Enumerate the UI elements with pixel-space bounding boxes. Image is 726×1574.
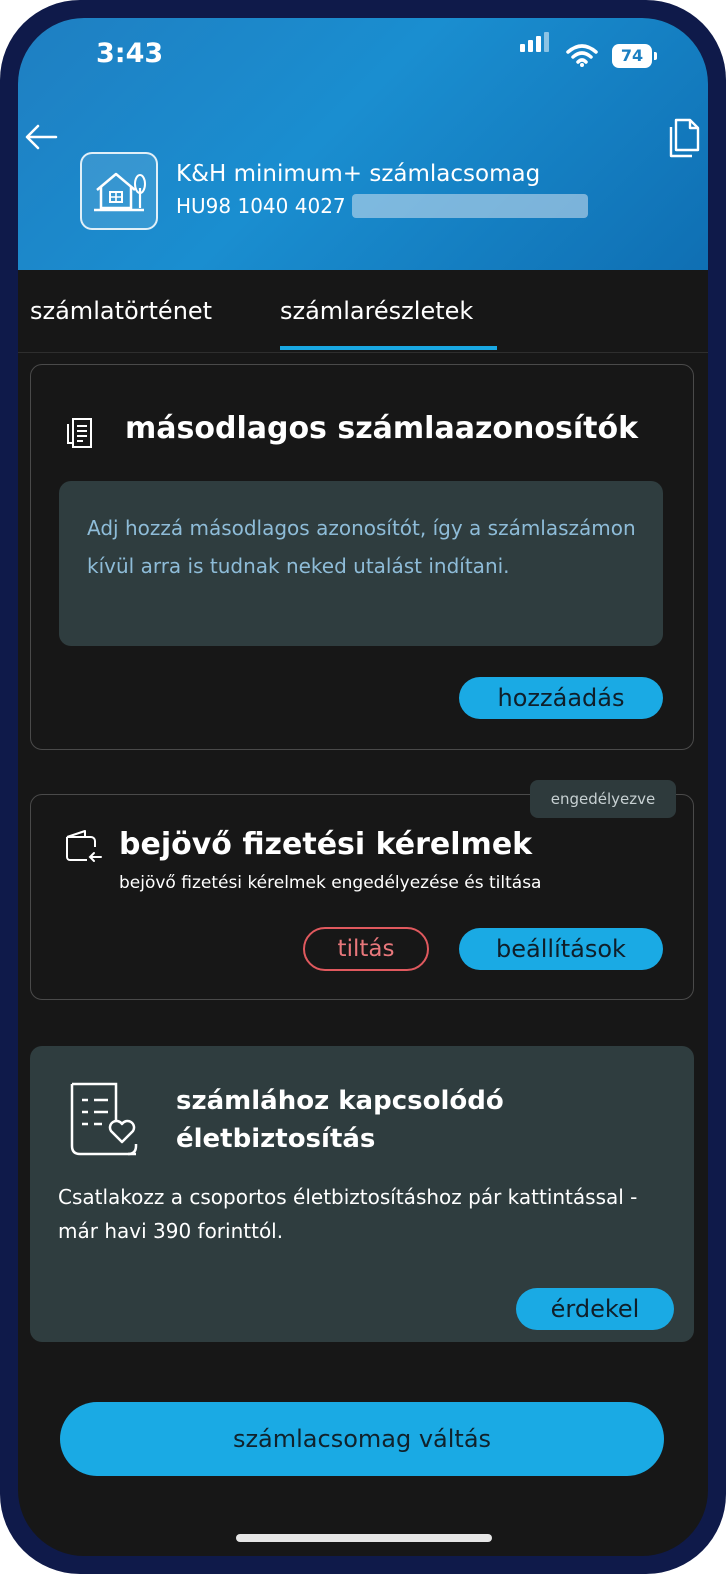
active-tab-indicator <box>280 346 497 350</box>
settings-button[interactable]: beállítások <box>459 928 663 970</box>
life-insurance-card: számlához kapcsolódó életbiztosítás Csat… <box>30 1046 694 1342</box>
life-insurance-title: számlához kapcsolódó életbiztosítás <box>176 1082 504 1158</box>
heart-document-icon <box>70 1082 138 1156</box>
change-package-button[interactable]: számlacsomag váltás <box>60 1402 664 1476</box>
life-insurance-title-line1: számlához kapcsolódó <box>176 1086 504 1116</box>
wifi-icon <box>566 44 598 67</box>
payment-requests-card: bejövő fizetési kérelmek bejövő fizetési… <box>30 794 694 1000</box>
account-name: K&H minimum+ számlacsomag <box>176 161 541 187</box>
phone-frame: 3:43 74 K&H minimum+ számlacsomag HU98 1… <box>0 0 726 1574</box>
wallet-transfer-icon <box>66 830 102 862</box>
secondary-ids-info-text: Adj hozzá másodlagos azonosítót, így a s… <box>87 516 636 578</box>
life-insurance-title-line2: életbiztosítás <box>176 1124 376 1154</box>
secondary-ids-card: másodlagos számlaazonosítók Adj hozzá má… <box>30 364 694 750</box>
tab-account-history[interactable]: számlatörténet <box>30 297 212 325</box>
payment-requests-title: bejövő fizetési kérelmek <box>119 827 533 862</box>
status-badge: engedélyezve <box>530 780 676 818</box>
payment-requests-subtitle: bejövő fizetési kérelmek engedélyezése é… <box>119 873 542 893</box>
tab-bar: számlatörténet számlarészletek <box>18 270 708 353</box>
block-button[interactable]: tiltás <box>303 927 429 971</box>
back-arrow-icon[interactable] <box>22 120 62 154</box>
document-icon[interactable] <box>666 118 700 158</box>
add-secondary-id-button[interactable]: hozzáadás <box>459 677 663 719</box>
secondary-ids-info-box: Adj hozzá másodlagos azonosítót, így a s… <box>59 481 663 646</box>
house-icon <box>80 152 158 230</box>
list-document-icon <box>67 418 92 448</box>
account-header: 3:43 74 K&H minimum+ számlacsomag HU98 1… <box>18 18 708 270</box>
status-time: 3:43 <box>96 38 164 69</box>
battery-indicator: 74 <box>612 44 657 68</box>
interested-button[interactable]: érdekel <box>516 1288 674 1330</box>
screen: 3:43 74 K&H minimum+ számlacsomag HU98 1… <box>18 18 708 1556</box>
secondary-ids-title: másodlagos számlaazonosítók <box>125 411 639 446</box>
account-iban: HU98 1040 4027 <box>176 194 346 218</box>
home-indicator[interactable] <box>236 1534 492 1542</box>
life-insurance-text: Csatlakozz a csoportos életbiztosításhoz… <box>58 1185 638 1243</box>
tab-account-details[interactable]: számlarészletek <box>280 297 473 325</box>
iban-redacted <box>352 194 588 218</box>
